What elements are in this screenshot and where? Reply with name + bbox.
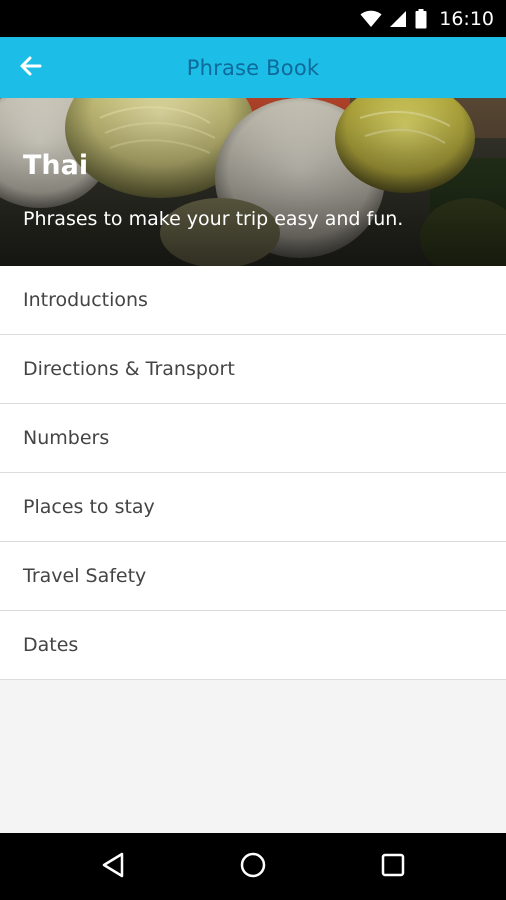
back-button[interactable] [14, 51, 48, 85]
list-item-dates[interactable]: Dates [0, 611, 506, 680]
app-bar: Phrase Book [0, 37, 506, 98]
list-item-travel-safety[interactable]: Travel Safety [0, 542, 506, 611]
hero-banner: Thai Phrases to make your trip easy and … [0, 98, 506, 266]
list-item-label: Dates [23, 634, 79, 656]
nav-recents-button[interactable] [373, 847, 413, 887]
nav-home-button[interactable] [233, 847, 273, 887]
list-item-introductions[interactable]: Introductions [0, 266, 506, 335]
list-item-label: Introductions [23, 289, 148, 311]
list-item-label: Numbers [23, 427, 110, 449]
status-bar: 16:10 [0, 0, 506, 37]
wifi-icon [360, 10, 382, 28]
list-item-label: Directions & Transport [23, 358, 235, 380]
signal-icon [390, 10, 407, 28]
list-item-label: Places to stay [23, 496, 155, 518]
hero-heading: Thai [23, 150, 89, 181]
list-item-directions-transport[interactable]: Directions & Transport [0, 335, 506, 404]
list-item-places-to-stay[interactable]: Places to stay [0, 473, 506, 542]
hero-subtitle: Phrases to make your trip easy and fun. [23, 208, 404, 230]
nav-back-button[interactable] [93, 847, 133, 887]
system-nav-bar [0, 833, 506, 900]
phrase-category-list: Introductions Directions & Transport Num… [0, 266, 506, 680]
page-title: Phrase Book [186, 55, 320, 80]
home-circle-icon [240, 852, 266, 883]
arrow-left-icon [20, 56, 42, 81]
recents-square-icon [381, 853, 405, 882]
list-item-label: Travel Safety [23, 565, 147, 587]
status-time: 16:10 [439, 7, 494, 30]
list-item-numbers[interactable]: Numbers [0, 404, 506, 473]
hero-overlay [0, 98, 506, 266]
back-triangle-icon [101, 852, 125, 883]
battery-icon [415, 8, 427, 29]
